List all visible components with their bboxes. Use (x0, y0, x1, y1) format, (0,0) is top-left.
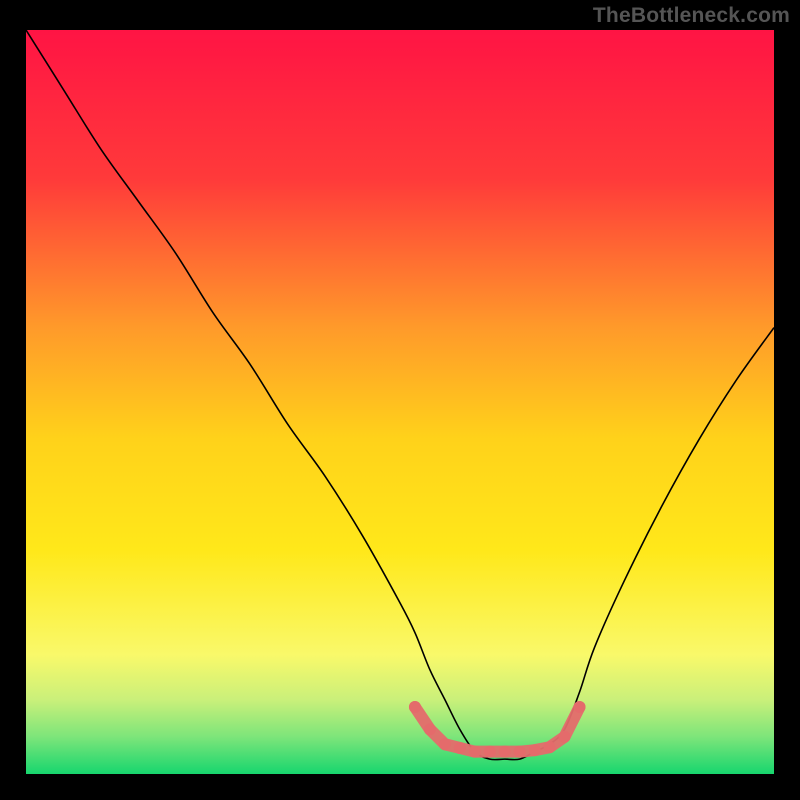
flat-region-dot (499, 746, 511, 758)
flat-region-dot (544, 741, 556, 753)
flat-region-dot (514, 746, 526, 758)
flat-region-dot (574, 701, 586, 713)
flat-region-dot (529, 744, 541, 756)
flat-region-dot (439, 738, 451, 750)
watermark-label: TheBottleneck.com (593, 4, 790, 28)
flat-region-dot (409, 701, 421, 713)
plot-svg (26, 30, 774, 774)
chart-stage: TheBottleneck.com (0, 0, 800, 800)
flat-region-dot (469, 746, 481, 758)
flat-region-dot (559, 731, 571, 743)
flat-region-dot (484, 746, 496, 758)
plot-area (26, 30, 774, 774)
flat-region-dot (454, 742, 466, 754)
flat-region-dot (424, 723, 436, 735)
gradient-background (26, 30, 774, 774)
